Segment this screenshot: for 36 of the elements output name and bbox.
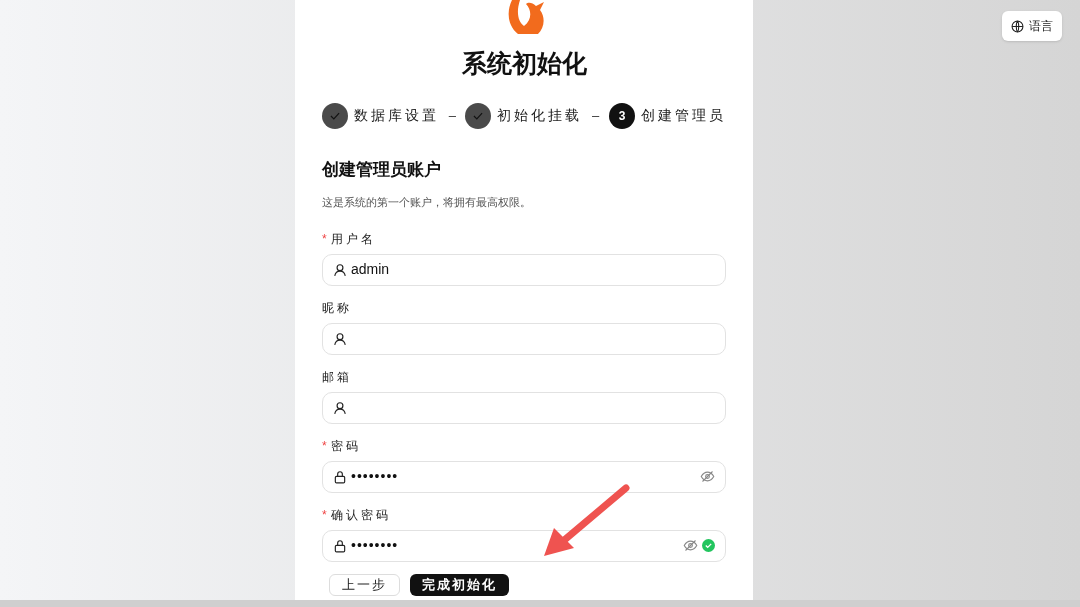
user-icon: [333, 262, 347, 277]
section-heading: 创建管理员账户: [322, 158, 442, 181]
field-label: 邮箱: [322, 368, 352, 386]
required-mark: *: [322, 230, 327, 248]
section-description: 这是系统的第一个账户，将拥有最高权限。: [322, 195, 532, 210]
page-title: 系统初始化: [460, 48, 588, 79]
language-button[interactable]: 语言: [1002, 11, 1062, 41]
step-separator: –: [592, 106, 600, 125]
field-label: 密码: [330, 437, 361, 455]
field-value: ••••••••: [351, 536, 399, 555]
field-label: 用户名: [330, 230, 376, 248]
eye-off-icon[interactable]: [683, 538, 698, 553]
user-icon: [333, 331, 347, 346]
input-field[interactable]: [322, 322, 726, 355]
field-label: 确认密码: [330, 506, 391, 524]
eye-off-icon[interactable]: [700, 469, 715, 484]
required-mark: *: [322, 437, 327, 455]
lock-icon: [333, 469, 347, 484]
back-button[interactable]: 上一步: [329, 573, 400, 596]
globe-icon: [1011, 19, 1024, 33]
required-mark: *: [322, 506, 327, 524]
field-value: ••••••••: [351, 467, 399, 486]
input-field[interactable]: admin: [322, 253, 726, 286]
password-field[interactable]: ••••••••: [322, 460, 726, 493]
step-separator: –: [448, 106, 456, 125]
finish-button[interactable]: 完成初始化: [410, 573, 509, 596]
field-label: 昵称: [322, 299, 352, 317]
step-number: 3: [608, 102, 635, 129]
step-label: 初始化挂载: [497, 106, 583, 125]
step-label: 数据库设置: [354, 106, 439, 125]
field-value: admin: [351, 260, 390, 279]
password-field[interactable]: ••••••••: [322, 529, 726, 562]
lock-icon: [333, 538, 347, 553]
step-label: 创建管理员: [640, 106, 726, 125]
user-icon: [333, 400, 347, 415]
input-field[interactable]: [322, 391, 726, 424]
